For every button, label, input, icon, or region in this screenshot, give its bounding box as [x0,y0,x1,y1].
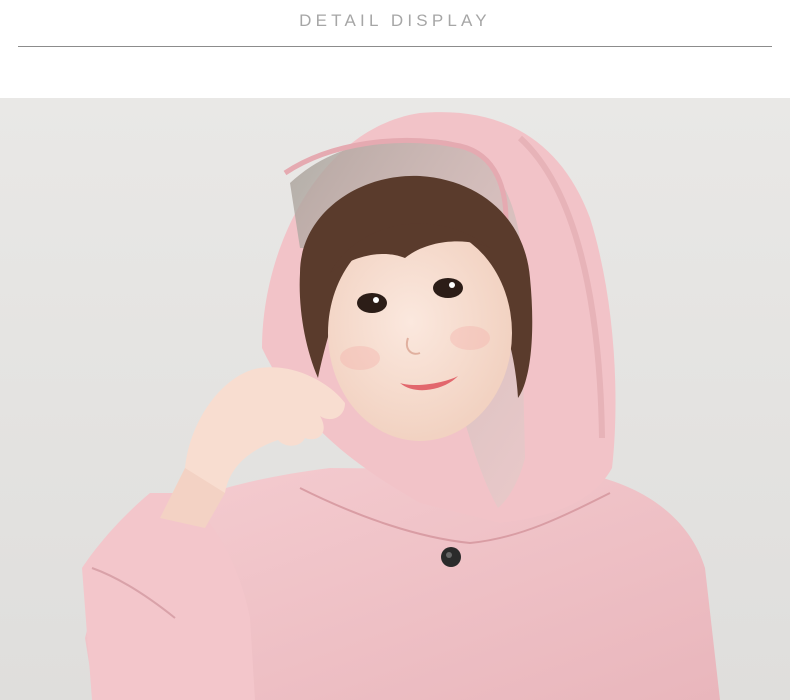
product-photo [0,98,790,700]
header-divider [18,46,772,47]
child-raincoat-illustration [0,98,790,700]
right-cheek [450,326,490,350]
left-cheek [340,346,380,370]
section-header: DETAIL DISPLAY [0,0,790,98]
section-title: DETAIL DISPLAY [299,11,491,30]
left-eye [357,293,387,313]
right-eye [433,278,463,298]
product-detail-page: DETAIL DISPLAY [0,0,790,700]
